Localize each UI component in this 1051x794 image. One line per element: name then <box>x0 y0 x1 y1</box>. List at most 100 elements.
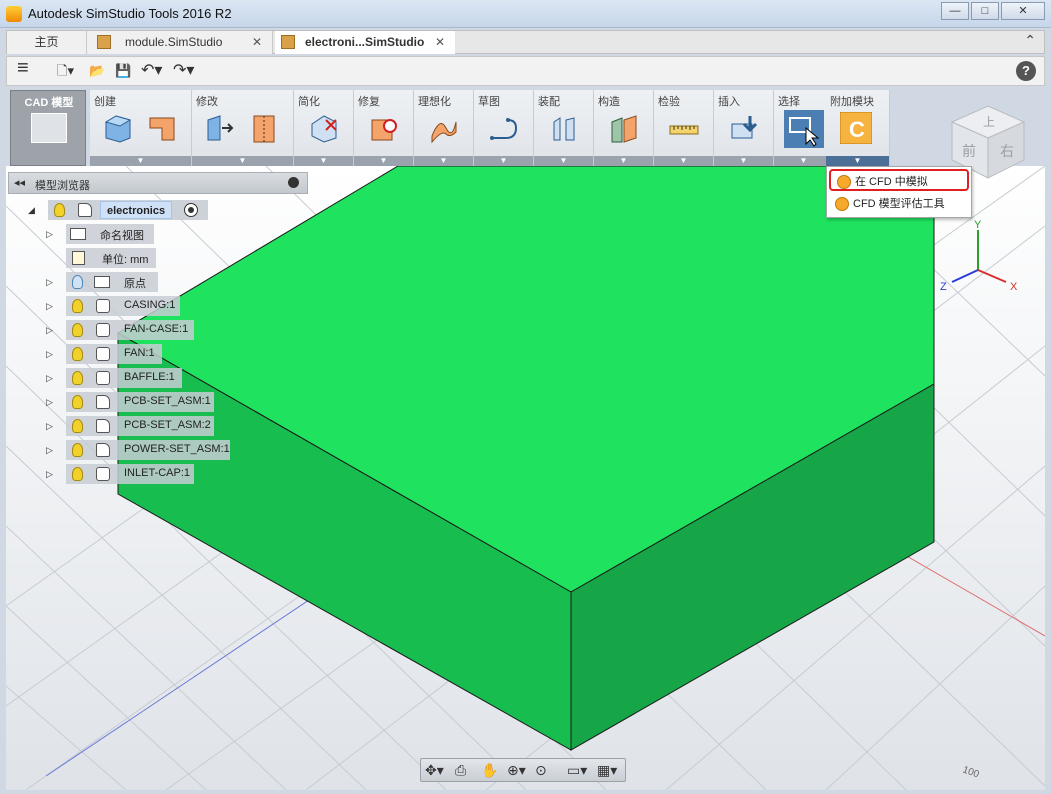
sketch-l-icon[interactable] <box>146 112 178 144</box>
close-window-button[interactable]: ✕ <box>1001 2 1045 20</box>
expand-right-icon[interactable]: ▷ <box>46 325 53 336</box>
collapse-panel-icon[interactable]: ◂◂ <box>14 176 25 189</box>
tree-row-component[interactable]: ▷ POWER-SET_ASM:1 <box>46 440 230 460</box>
save-icon[interactable]: 💾 <box>115 62 131 80</box>
redo-icon[interactable]: ↷▾ <box>173 62 194 80</box>
expand-right-icon[interactable]: ▷ <box>46 349 53 360</box>
ribbon-group-inspect[interactable]: 检验 ▼ <box>654 90 714 166</box>
tree-row-named-views[interactable]: ▷ 命名视图 <box>46 224 154 244</box>
minimize-button[interactable]: — <box>941 2 969 20</box>
tree-row-origin[interactable]: ▷ 原点 <box>46 272 158 292</box>
construct-icon[interactable] <box>608 112 640 144</box>
tab-close-icon[interactable]: ✕ <box>435 31 445 54</box>
menu-item-simulate-in-cfd[interactable]: 在 CFD 中模拟 <box>829 169 969 191</box>
extend-icon[interactable] <box>204 112 236 144</box>
visibility-bulb-icon[interactable] <box>72 371 83 385</box>
tree-row-component[interactable]: ▷ BAFFLE:1 <box>46 368 182 388</box>
expand-right-icon[interactable]: ▷ <box>46 229 53 240</box>
ribbon-group-repair[interactable]: 修复 ▼ <box>354 90 414 166</box>
repair-icon[interactable] <box>368 112 400 144</box>
tree-row-units[interactable]: 单位: mm <box>66 248 156 268</box>
tab-electronics[interactable]: electroni...SimStudio ✕ <box>275 31 455 54</box>
ribbon-group-sketch[interactable]: 草图 ▼ <box>474 90 534 166</box>
maximize-button[interactable]: □ <box>971 2 999 20</box>
visibility-bulb-icon[interactable] <box>72 299 83 313</box>
assembly-icon <box>96 419 110 433</box>
display-settings-icon[interactable]: ▭▾ <box>567 762 587 779</box>
box-icon[interactable] <box>102 112 134 144</box>
new-file-icon[interactable]: 🗋▾ <box>57 62 74 80</box>
body-icon <box>96 467 110 481</box>
viewcube-front-label: 前 <box>962 143 976 159</box>
visibility-bulb-icon[interactable] <box>72 467 83 481</box>
menu-item-cfd-model-assessment[interactable]: CFD 模型评估工具 <box>829 193 969 215</box>
cfd-addin-icon[interactable]: C <box>840 112 872 144</box>
activate-radio[interactable] <box>184 203 198 217</box>
document-tabs: 主页 module.SimStudio ✕ electroni...SimStu… <box>6 30 1045 54</box>
ribbon-group-insert[interactable]: 插入 ▼ <box>714 90 774 166</box>
visibility-bulb-icon[interactable] <box>72 347 83 361</box>
ribbon-group-addins[interactable]: 附加模块 C ▼ <box>826 90 890 166</box>
visibility-bulb-icon[interactable] <box>72 419 83 433</box>
visibility-bulb-icon[interactable] <box>72 443 83 457</box>
undo-icon[interactable]: ↶▾ <box>141 62 162 80</box>
visibility-bulb-icon[interactable] <box>54 203 65 217</box>
expand-down-icon[interactable]: ◢ <box>28 205 35 216</box>
minimize-panel-icon[interactable] <box>288 177 299 188</box>
visibility-bulb-icon[interactable] <box>72 323 83 337</box>
navigation-bar: ✥▾ ⎙ ✋ ⊕▾ ⊙ ▭▾ ▦▾ <box>420 758 626 782</box>
main-menu-icon[interactable]: ≡ <box>17 58 29 78</box>
ribbon-group-create[interactable]: 创建 ▼ <box>90 90 192 166</box>
ribbon-group-select[interactable]: 选择 ▼ <box>774 90 834 166</box>
tree-row-component[interactable]: ▷ FAN:1 <box>46 344 162 364</box>
ribbon-group-simplify[interactable]: 简化 ▼ <box>294 90 354 166</box>
expand-right-icon[interactable]: ▷ <box>46 445 53 456</box>
assembly-icon <box>96 443 110 457</box>
tab-cad-model[interactable]: CAD 模型 <box>10 90 86 166</box>
tree-row-component[interactable]: ▷ FAN-CASE:1 <box>46 320 194 340</box>
tree-row-component[interactable]: ▷ CASING:1 <box>46 296 180 316</box>
fit-icon[interactable]: ⊙ <box>535 762 547 779</box>
expand-right-icon[interactable]: ▷ <box>46 421 53 432</box>
insert-icon[interactable] <box>728 112 760 144</box>
sketch-curve-icon[interactable] <box>488 112 520 144</box>
pan-icon[interactable]: ✋ <box>481 762 498 779</box>
collapse-tabs-icon[interactable]: ⌃ <box>1024 32 1036 49</box>
open-file-icon[interactable]: 📂 <box>89 62 105 80</box>
assemble-icon[interactable] <box>548 112 580 144</box>
ribbon-group-modify[interactable]: 修改 ▼ <box>192 90 294 166</box>
tab-close-icon[interactable]: ✕ <box>252 31 262 54</box>
body-icon <box>96 323 110 337</box>
help-icon[interactable]: ? <box>1016 61 1036 81</box>
expand-right-icon[interactable]: ▷ <box>46 469 53 480</box>
visibility-bulb-icon[interactable] <box>72 275 83 289</box>
ribbon-group-idealize[interactable]: 理想化 ▼ <box>414 90 474 166</box>
tab-home[interactable]: 主页 <box>7 31 87 54</box>
tab-module[interactable]: module.SimStudio ✕ <box>87 31 273 54</box>
look-at-icon[interactable]: ⎙ <box>455 762 466 779</box>
expand-right-icon[interactable]: ▷ <box>46 373 53 384</box>
tree-root-row[interactable]: ◢ electronics <box>28 200 208 220</box>
tree-row-component[interactable]: ▷ PCB-SET_ASM:1 <box>46 392 214 412</box>
grid-settings-icon[interactable]: ▦▾ <box>597 762 617 779</box>
simplify-icon[interactable] <box>308 112 340 144</box>
cfd-icon <box>837 175 851 189</box>
ribbon-group-construct[interactable]: 构造 ▼ <box>594 90 654 166</box>
assembly-icon <box>78 203 92 217</box>
viewcube-right-label: 右 <box>1000 143 1014 159</box>
orbit-icon[interactable]: ✥▾ <box>425 762 444 779</box>
expand-right-icon[interactable]: ▷ <box>46 397 53 408</box>
tree-row-component[interactable]: ▷ INLET-CAP:1 <box>46 464 194 484</box>
tree-row-component[interactable]: ▷ PCB-SET_ASM:2 <box>46 416 214 436</box>
split-icon[interactable] <box>248 112 280 144</box>
visibility-bulb-icon[interactable] <box>72 395 83 409</box>
expand-right-icon[interactable]: ▷ <box>46 301 53 312</box>
select-icon[interactable] <box>784 110 824 148</box>
title-bar: Autodesk SimStudio Tools 2016 R2 — □ ✕ <box>0 0 1051 28</box>
zoom-icon[interactable]: ⊕▾ <box>507 762 526 779</box>
expand-right-icon[interactable]: ▷ <box>46 277 53 288</box>
idealize-icon[interactable] <box>428 112 460 144</box>
cfd-icon <box>835 197 849 211</box>
ribbon-group-assemble[interactable]: 装配 ▼ <box>534 90 594 166</box>
measure-icon[interactable] <box>668 112 700 144</box>
